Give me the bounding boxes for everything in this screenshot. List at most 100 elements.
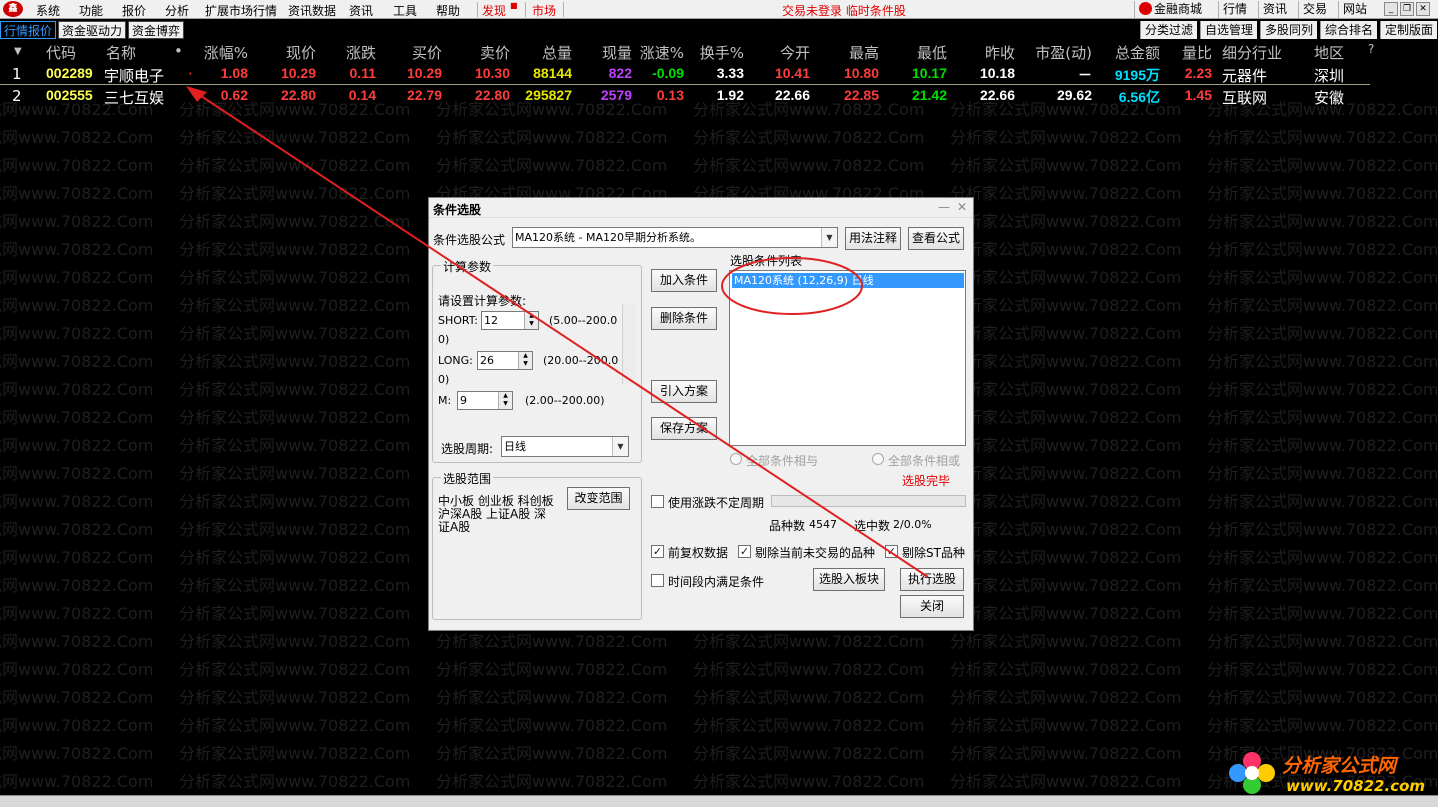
col-change-pct[interactable]: 涨幅% — [196, 42, 248, 63]
watermark-text: 分析家公式网www.70822.Com — [179, 324, 411, 343]
watermark-text: 分析家公式网www.70822.Com — [1207, 212, 1438, 231]
exclude-st-label: 剔除ST品种 — [902, 546, 965, 560]
col-help-icon[interactable]: ? — [1368, 42, 1374, 56]
col-name[interactable]: 名称 — [106, 42, 136, 63]
menu-extended-market[interactable]: 扩展市场行情 — [205, 2, 277, 19]
col-high[interactable]: 最高 — [837, 42, 879, 63]
spin-arrows-icon[interactable]: ▲ ▼ — [518, 352, 532, 369]
menu-info-data[interactable]: 资讯数据 — [288, 2, 336, 19]
import-scheme-button[interactable]: 引入方案 — [651, 380, 717, 403]
tab-quotes[interactable]: 行情报价 — [0, 21, 57, 39]
row-dot: · — [188, 65, 193, 83]
minimize-icon[interactable]: _ — [1384, 2, 1398, 16]
tab-multi-stock[interactable]: 多股同列 — [1260, 21, 1318, 39]
news-button[interactable]: 资讯 — [1258, 1, 1291, 18]
short-stepper[interactable]: 12 ▲ ▼ — [481, 311, 539, 330]
tab-watchlist[interactable]: 自选管理 — [1200, 21, 1258, 39]
col-bid[interactable]: 买价 — [400, 42, 442, 63]
col-prev-close[interactable]: 昨收 — [973, 42, 1015, 63]
m-stepper[interactable]: 9 ▲ ▼ — [457, 391, 513, 410]
usage-button[interactable]: 用法注释 — [845, 227, 901, 250]
condition-list-item[interactable]: MA120系统 (12,26,9) 日线 — [732, 273, 964, 288]
col-industry[interactable]: 细分行业 — [1222, 42, 1282, 63]
tab-custom-layout[interactable]: 定制版面 — [1380, 21, 1438, 39]
spin-arrows-icon[interactable]: ▲ ▼ — [498, 392, 512, 409]
col-ask[interactable]: 卖价 — [468, 42, 510, 63]
spin-arrows-icon[interactable]: ▲ ▼ — [524, 312, 538, 329]
short-range: (5.00--200.0 — [549, 314, 618, 327]
col-turnover[interactable]: 换手% — [690, 42, 744, 63]
col-dot[interactable]: • — [174, 42, 183, 60]
tab-ranking[interactable]: 综合排名 — [1320, 21, 1378, 39]
period-select[interactable]: 日线 ▼ — [501, 436, 629, 457]
view-formula-button[interactable]: 查看公式 — [908, 227, 964, 250]
col-code[interactable]: 代码 — [46, 42, 76, 63]
sort-arrow-icon[interactable]: ▼ — [14, 46, 22, 57]
delete-condition-button[interactable]: 删除条件 — [651, 307, 717, 330]
row-pe: 29.62 — [1056, 87, 1092, 103]
params-scrollbar[interactable] — [622, 304, 636, 384]
menu-news[interactable]: 资讯 — [349, 2, 373, 19]
range-group-title: 选股范围 — [441, 470, 494, 487]
close-button[interactable]: 关闭 — [900, 595, 964, 618]
col-amount[interactable]: 总金额 — [1104, 42, 1160, 63]
row-cur-vol: 822 — [608, 65, 632, 81]
table-row[interactable]: 1 002289 宇顺电子 · 1.08 10.29 0.11 10.29 10.30 88144… — [0, 63, 1370, 85]
menu-system[interactable]: 系统 — [36, 2, 60, 19]
exclude-st-checkbox[interactable]: ✓ — [885, 545, 898, 558]
watermark-text: 分析家公式网www.70822.Com — [0, 660, 154, 679]
col-change[interactable]: 涨跌 — [334, 42, 376, 63]
row-high: 22.85 — [843, 87, 879, 103]
watermark-text: 分析家公式网www.70822.Com — [1207, 268, 1438, 287]
exclude-notrade-checkbox[interactable]: ✓ — [738, 545, 751, 558]
watermark-text: 分析家公式网www.70822.Com — [950, 436, 1182, 455]
quote-button[interactable]: 行情 — [1218, 1, 1251, 18]
tab-fund-game[interactable]: 资金博弈 — [128, 21, 185, 39]
tab-fund-drive[interactable]: 资金驱动力 — [58, 21, 127, 39]
change-range-button[interactable]: 改变范围 — [567, 487, 630, 510]
menu-analysis[interactable]: 分析 — [165, 2, 189, 19]
dialog-minimize-icon[interactable]: — — [938, 200, 950, 214]
m-range: (2.00--200.00) — [525, 394, 605, 407]
col-open[interactable]: 今开 — [768, 42, 810, 63]
rights-data-checkbox[interactable]: ✓ — [651, 545, 664, 558]
save-scheme-button[interactable]: 保存方案 — [651, 417, 717, 440]
finance-mall-button[interactable]: 金融商城 — [1134, 1, 1206, 18]
tab-category-filter[interactable]: 分类过滤 — [1140, 21, 1198, 39]
close-window-icon[interactable]: ✕ — [1416, 2, 1430, 16]
radio-all-or[interactable] — [872, 453, 884, 465]
uncertain-period-checkbox[interactable] — [651, 495, 664, 508]
col-price[interactable]: 现价 — [274, 42, 316, 63]
website-button[interactable]: 网站 — [1338, 1, 1371, 18]
to-block-button[interactable]: 选股入板块 — [813, 568, 885, 591]
execute-button[interactable]: 执行选股 — [900, 568, 964, 591]
app-logo-icon: 鑫 — [3, 1, 23, 17]
col-vol-ratio[interactable]: 量比 — [1172, 42, 1212, 63]
table-row[interactable]: 2 002555 三七互娱 0.62 22.80 0.14 22.79 22.80 295827… — [0, 85, 1370, 107]
col-pe[interactable]: 市盈(动) — [1030, 42, 1092, 63]
menu-function[interactable]: 功能 — [79, 2, 103, 19]
add-condition-button[interactable]: 加入条件 — [651, 269, 717, 292]
rights-data-label: 前复权数据 — [668, 546, 729, 560]
menu-market[interactable]: 市场 — [532, 2, 556, 19]
col-region[interactable]: 地区 — [1314, 42, 1344, 63]
col-cur-vol[interactable]: 现量 — [590, 42, 632, 63]
condition-list[interactable]: MA120系统 (12,26,9) 日线 — [729, 270, 966, 446]
formula-select[interactable]: MA120系统 - MA120早期分析系统。 ▼ — [512, 227, 838, 248]
menu-tools[interactable]: 工具 — [393, 2, 417, 19]
menu-help[interactable]: 帮助 — [436, 2, 460, 19]
long-stepper[interactable]: 26 ▲ ▼ — [477, 351, 533, 370]
menu-discover[interactable]: 发现 — [482, 2, 506, 19]
trade-button[interactable]: 交易 — [1298, 1, 1331, 18]
col-low[interactable]: 最低 — [905, 42, 947, 63]
menu-quote[interactable]: 报价 — [122, 2, 146, 19]
col-speed[interactable]: 涨速% — [630, 42, 684, 63]
restore-icon[interactable]: ❐ — [1400, 2, 1414, 16]
period-meet-checkbox[interactable] — [651, 574, 664, 587]
col-volume[interactable]: 总量 — [530, 42, 572, 63]
watermark-text: 分析家公式网www.70822.Com — [950, 688, 1182, 707]
dialog-close-icon[interactable]: ✕ — [957, 200, 967, 214]
radio-all-and[interactable] — [730, 453, 742, 465]
logo-name: 分析家公式网 — [1282, 755, 1397, 777]
row-ask: 10.30 — [474, 65, 510, 81]
